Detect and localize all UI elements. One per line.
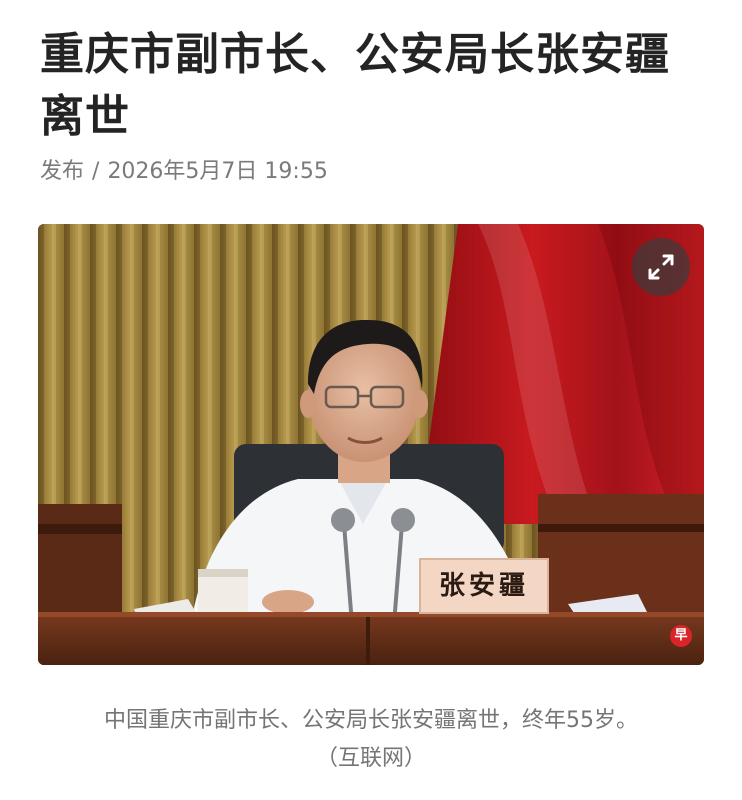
publish-label: 发布 xyxy=(40,159,85,184)
expand-photo-button[interactable] xyxy=(632,238,690,296)
photo-illustration xyxy=(38,224,704,665)
photo-caption: 中国重庆市副市长、公安局长张安疆离世，终年55岁。 （互联网） xyxy=(40,702,702,778)
publish-meta: 发布 / 2026年5月7日 19:55 xyxy=(40,156,328,188)
nameplate-label: 张安疆 xyxy=(438,571,529,601)
watermark-logo: 早 xyxy=(670,625,692,647)
expand-arrows-icon xyxy=(648,254,674,280)
caption-text: 中国重庆市副市长、公安局长张安疆离世，终年55岁。 xyxy=(104,708,638,733)
caption-credit: （互联网） xyxy=(315,746,426,771)
meta-separator: / xyxy=(92,159,100,184)
article-title: 重庆市副市长、公安局长张安疆离世 xyxy=(40,29,670,142)
article-photo[interactable]: 张安疆 早 xyxy=(38,224,704,665)
publish-datetime: 2026年5月7日 19:55 xyxy=(107,159,328,184)
